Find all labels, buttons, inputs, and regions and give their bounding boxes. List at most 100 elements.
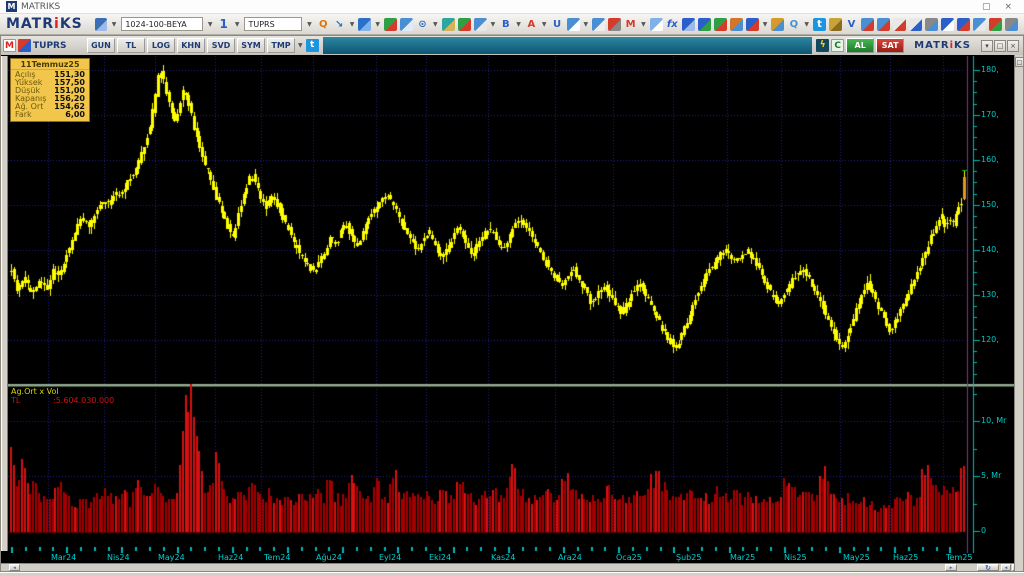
matriks-m-icon-dropdown-arrow[interactable]: ▼	[641, 21, 646, 28]
buy-button[interactable]: AL	[846, 38, 874, 53]
indicators-icon[interactable]	[358, 18, 371, 31]
v-icon[interactable]: V	[845, 18, 858, 31]
user-icon[interactable]	[682, 18, 695, 31]
pointer-icon-dropdown-arrow[interactable]: ▼	[350, 21, 355, 28]
pointer-icon[interactable]: ↘	[333, 18, 346, 31]
chart-more-dropdown-arrow[interactable]: ▼	[298, 42, 303, 49]
window-small2-icon[interactable]	[909, 18, 922, 31]
chart-button-svd[interactable]: SVD	[207, 38, 235, 53]
c-button[interactable]: C	[831, 39, 844, 52]
volume-axis-label: 0	[981, 526, 986, 535]
chart-snapshot-icon[interactable]	[650, 18, 663, 31]
workspace-dropdown-arrow[interactable]: ▼	[208, 21, 213, 28]
price-volume-chart[interactable]	[8, 56, 1014, 553]
window-maximize-button[interactable]: ▢	[982, 2, 991, 12]
mdi-window-controls: ▾□×	[981, 40, 1019, 52]
scroll-left-button[interactable]: ◂	[9, 564, 20, 571]
mail-icon[interactable]	[957, 18, 970, 31]
prev-bar-button[interactable]: ◂	[1001, 564, 1011, 571]
main-toolbar: MATRiKS ▼ 1024-100-BEYA▼ 1▼ TUPRS▼ Q↘▼▼⊙…	[0, 14, 1024, 35]
gauge-icon-dropdown-arrow[interactable]: ▼	[584, 21, 589, 28]
people-icon[interactable]	[771, 18, 784, 31]
x-axis-month-label: Eyl24	[379, 553, 401, 562]
news-icon-dropdown-arrow[interactable]: ▼	[491, 21, 496, 28]
chart-button-tl[interactable]: TL	[117, 38, 145, 53]
book-icon[interactable]	[746, 18, 759, 31]
window-small-icon[interactable]	[893, 18, 906, 31]
save-dropdown-arrow[interactable]: ▼	[112, 21, 117, 28]
handshake-icon[interactable]	[442, 18, 455, 31]
pie-chart-icon[interactable]	[384, 18, 397, 31]
chat-icon[interactable]	[989, 18, 1002, 31]
underline-icon[interactable]: U	[551, 18, 564, 31]
scroll-right-button[interactable]: ▸	[945, 564, 957, 571]
twitter-icon[interactable]: t	[813, 18, 826, 31]
traffic-light-icon[interactable]	[714, 18, 727, 31]
lightning-icon[interactable]: ϟ	[816, 39, 829, 52]
bold-b-icon[interactable]: B	[499, 18, 512, 31]
mdi-close-button[interactable]: ×	[1007, 40, 1019, 52]
fx-icon[interactable]: fx	[666, 18, 679, 31]
flag-icon	[18, 39, 31, 52]
indicators-icon-dropdown-arrow[interactable]: ▼	[375, 21, 380, 28]
gears-icon[interactable]	[1005, 18, 1018, 31]
search-news-icon-dropdown-arrow[interactable]: ▼	[804, 21, 809, 28]
workspace-combobox[interactable]: 1024-100-BEYA	[121, 17, 203, 31]
chart-menu-icon[interactable]: M	[3, 39, 16, 52]
info-row: Fark6,00	[11, 111, 89, 119]
clock-icon-dropdown-arrow[interactable]: ▼	[433, 21, 438, 28]
os-titlebar: M MATRIKS ▢ ×	[0, 0, 1024, 14]
volume-axis-label: 5, Mr	[981, 471, 1001, 480]
pane-maximize-button[interactable]: □	[1015, 57, 1024, 67]
mdi-minimize-button[interactable]: ▾	[981, 40, 993, 52]
x-axis-month-label: Şub25	[676, 553, 701, 562]
gauge2-icon[interactable]	[592, 18, 605, 31]
volume-tl-row: TL :5.604.030.000	[11, 396, 20, 405]
clock-icon[interactable]: ⊙	[416, 18, 429, 31]
price-axis-label: 160,	[981, 155, 999, 164]
price-axis-label: 120,	[981, 335, 999, 344]
folder-icon[interactable]	[829, 18, 842, 31]
toolbar-icon-strip: Q↘▼▼⊙▼▼B▼A▼U▼M▼fx▼Q▼tV	[317, 18, 1018, 31]
gauge-icon[interactable]	[567, 18, 580, 31]
tl-label: TL	[11, 396, 20, 405]
twitter-share-icon[interactable]: t	[306, 39, 319, 52]
matriks-m-icon[interactable]: M	[624, 18, 637, 31]
chart-button-tmp[interactable]: TMP	[267, 38, 295, 53]
zoom-icon[interactable]: Q	[317, 18, 330, 31]
monitor-icon[interactable]	[400, 18, 413, 31]
symbol-combobox[interactable]: TUPRS	[244, 17, 302, 31]
font-color-icon-dropdown-arrow[interactable]: ▼	[542, 21, 547, 28]
monitor-alert-icon[interactable]	[877, 18, 890, 31]
save-icon[interactable]	[95, 18, 107, 31]
mdi-restore-button[interactable]: □	[994, 40, 1006, 52]
align-list-icon[interactable]	[458, 18, 471, 31]
search-news-icon[interactable]: Q	[787, 18, 800, 31]
chart-button-log[interactable]: LOG	[147, 38, 175, 53]
user-add-icon[interactable]	[698, 18, 711, 31]
period-value[interactable]: 1	[218, 17, 230, 31]
book-icon-dropdown-arrow[interactable]: ▼	[763, 21, 768, 28]
sell-button[interactable]: SAT	[876, 38, 904, 53]
chart-toolbar-buttons: GUNTLLOGKHNSVDSYMTMP	[87, 38, 295, 53]
bell-icon[interactable]	[941, 18, 954, 31]
door-icon[interactable]	[730, 18, 743, 31]
volume-indicator-label: Ag.Ort x Vol	[11, 387, 59, 396]
calculator-icon[interactable]	[973, 18, 986, 31]
refresh-icon[interactable]: ↻	[977, 564, 999, 571]
font-color-icon[interactable]: A	[525, 18, 538, 31]
chart-button-khn[interactable]: KHN	[177, 38, 205, 53]
horizontal-scrollbar[interactable]: ◂ ▸ ↻ ◂ ▸	[1, 563, 1014, 571]
window-close-button[interactable]: ×	[1004, 2, 1012, 12]
link-icon[interactable]	[925, 18, 938, 31]
news-icon[interactable]	[474, 18, 487, 31]
chart-button-gun[interactable]: GUN	[87, 38, 115, 53]
panel-splitter-grip[interactable]	[1, 56, 8, 551]
symbol-dropdown-arrow[interactable]: ▼	[307, 21, 312, 28]
bold-b-icon-dropdown-arrow[interactable]: ▼	[516, 21, 521, 28]
chart-button-sym[interactable]: SYM	[237, 38, 265, 53]
vwap-icon[interactable]	[608, 18, 621, 31]
period-dropdown-arrow[interactable]: ▼	[235, 21, 240, 28]
brand-logo: MATRiKS	[6, 16, 83, 32]
chart-edit-icon[interactable]	[861, 18, 874, 31]
